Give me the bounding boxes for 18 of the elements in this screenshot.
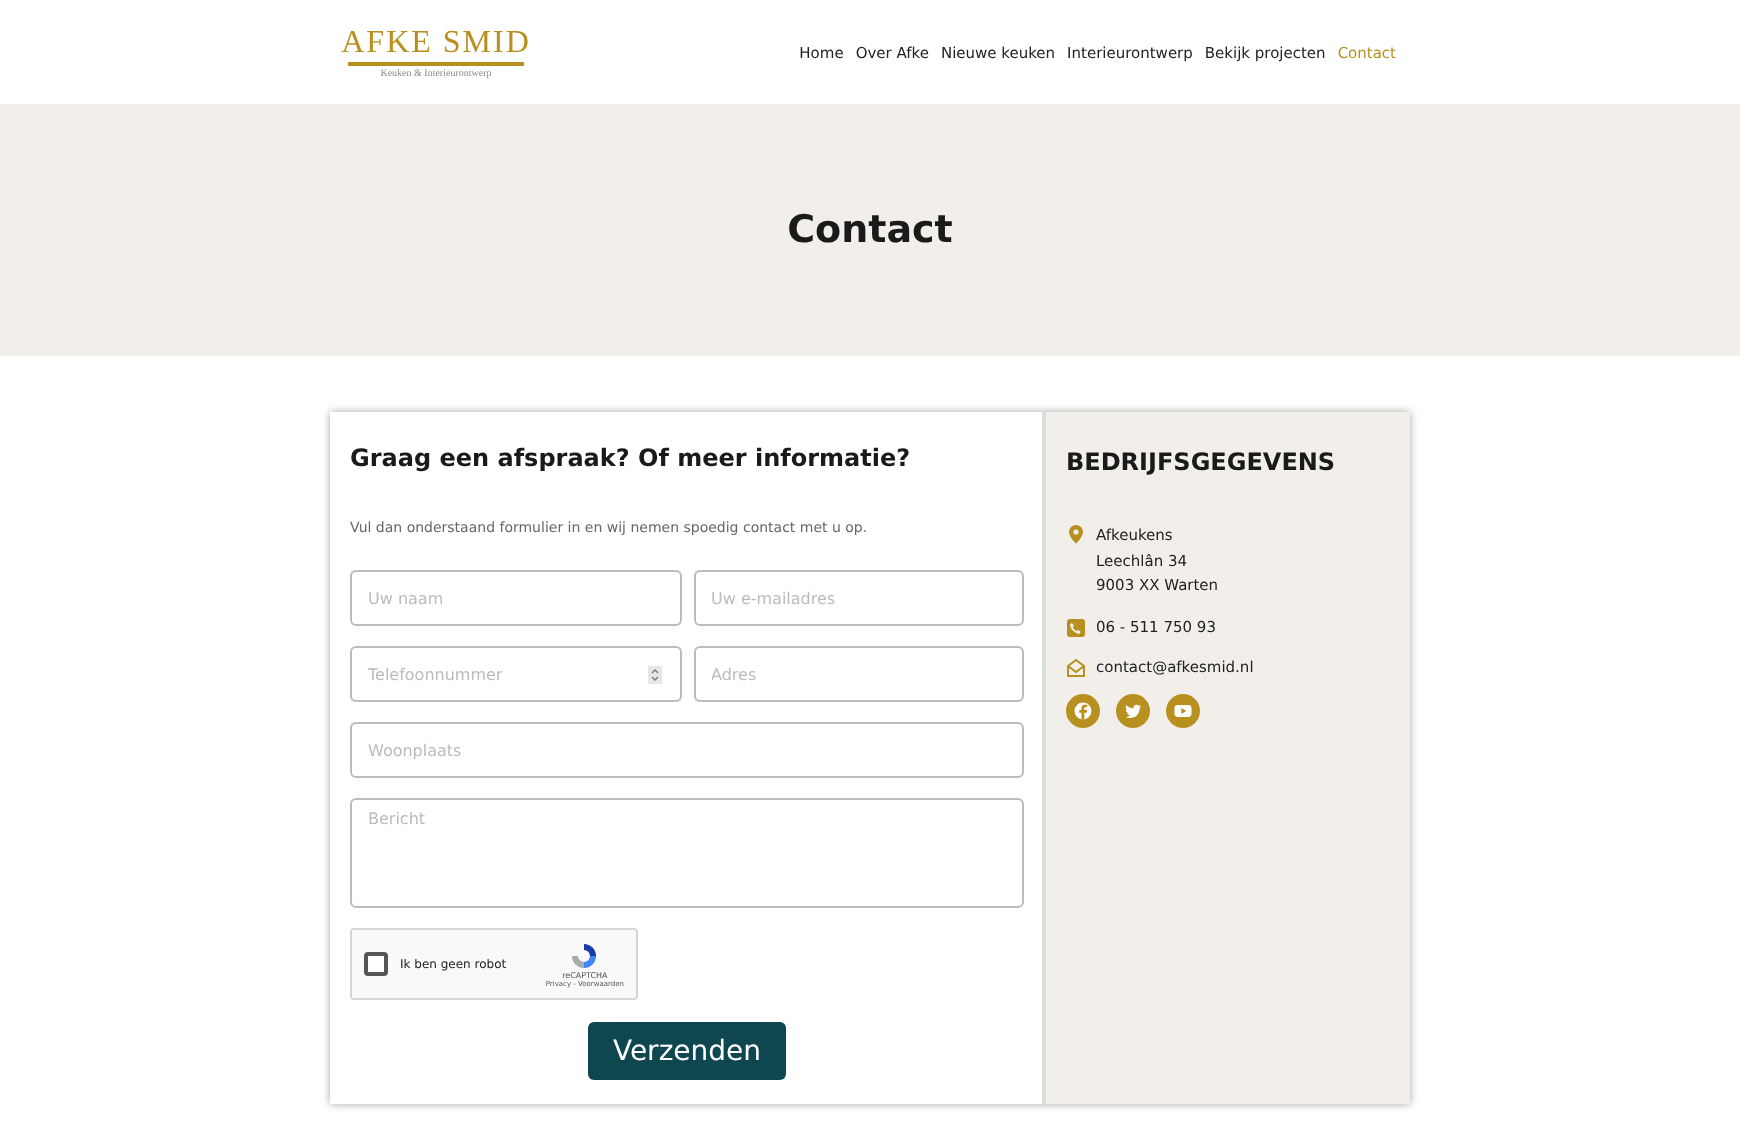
phone-icon (1066, 617, 1086, 638)
form-heading: Graag een afspraak? Of meer informatie? (350, 444, 913, 472)
input-field[interactable]: Telefoonnummer (350, 646, 681, 702)
captcha-logo-icon (570, 941, 599, 969)
company-heading: BEDRIJFSGEGEVENS (1066, 448, 1338, 476)
captcha-checkbox[interactable] (364, 952, 388, 976)
twitter-icon[interactable] (1116, 693, 1150, 727)
input-field[interactable]: Adres (693, 646, 1024, 702)
youtube-icon[interactable] (1166, 693, 1200, 727)
location-pin-icon (1066, 524, 1086, 544)
input-field[interactable]: Uw naam (350, 570, 681, 626)
envelope-icon (1066, 658, 1086, 679)
input-field[interactable]: Uw e-mailadres (693, 570, 1024, 626)
facebook-icon[interactable] (1066, 693, 1100, 727)
message-field[interactable]: Bericht (350, 798, 1024, 908)
submit-button[interactable]: Verzenden (588, 1022, 786, 1080)
input-field[interactable]: Woonplaats (350, 722, 1024, 778)
page-title: Contact (787, 208, 953, 252)
